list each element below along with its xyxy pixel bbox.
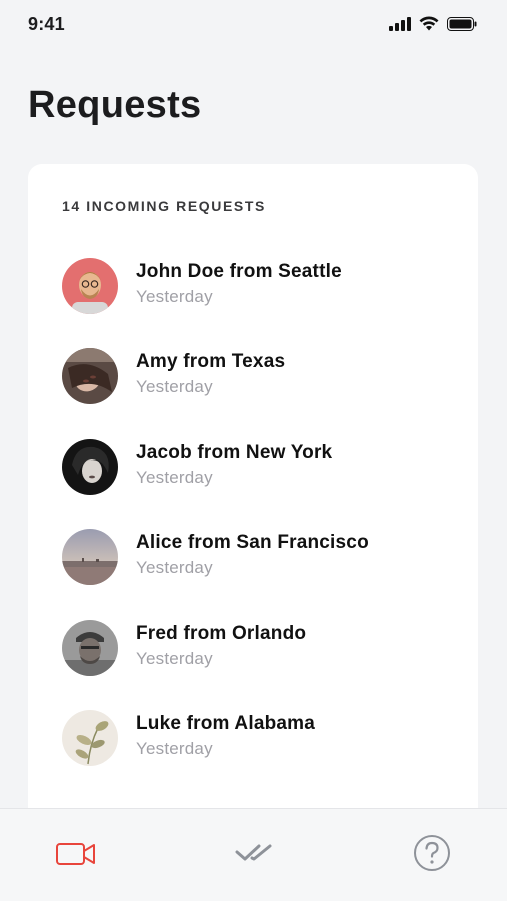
page-title: Requests [28, 84, 202, 126]
status-time: 9:41 [28, 14, 65, 34]
request-time: Yesterday [136, 738, 213, 758]
request-item-luke[interactable]: Luke from Alabama Yesterday [62, 709, 462, 800]
requests-count-header: 14 INCOMING REQUESTS [62, 198, 266, 214]
request-name: Alice from San Francisco [136, 532, 369, 554]
help-icon [412, 833, 452, 878]
request-name: Amy from Texas [136, 351, 286, 373]
request-time: Yesterday [136, 648, 213, 668]
status-bar: 9:41 [0, 0, 507, 52]
request-time: Yesterday [136, 287, 213, 306]
avatar [62, 438, 118, 495]
avatar [62, 258, 118, 314]
avatar [62, 348, 118, 405]
request-name: Luke from Alabama [136, 712, 316, 734]
requests-card: 14 INCOMING REQUESTS John Doe from Seatt… [28, 164, 478, 824]
battery-icon [447, 16, 477, 31]
request-item-alice[interactable]: Alice from San Francisco Yesterday [62, 529, 462, 619]
requests-list: John Doe from Seattle Yesterday Amy from… [62, 258, 462, 800]
request-time: Yesterday [136, 558, 213, 578]
request-item-fred[interactable]: Fred from Orlando Yesterday [62, 619, 462, 710]
request-time: Yesterday [136, 467, 213, 487]
request-item-jacob[interactable]: Jacob from New York Yesterday [62, 438, 462, 529]
cellular-signal-icon [389, 16, 411, 31]
double-check-icon [234, 842, 274, 869]
avatar [62, 709, 118, 766]
request-name: John Doe from Seattle [136, 261, 342, 282]
request-item-amy[interactable]: Amy from Texas Yesterday [62, 348, 462, 438]
status-icons [389, 16, 477, 31]
avatar [62, 529, 118, 586]
request-item-john-doe[interactable]: John Doe from Seattle Yesterday [62, 258, 462, 348]
tab-video[interactable] [54, 833, 98, 877]
request-name: Jacob from New York [136, 441, 333, 463]
request-name: Fred from Orlando [136, 622, 307, 644]
video-camera-icon [55, 839, 97, 872]
wifi-icon [419, 16, 439, 31]
avatar [62, 619, 118, 676]
request-time: Yesterday [136, 377, 213, 397]
tab-help[interactable] [410, 833, 454, 877]
tab-bar [0, 808, 507, 901]
tab-requests[interactable] [232, 833, 276, 877]
